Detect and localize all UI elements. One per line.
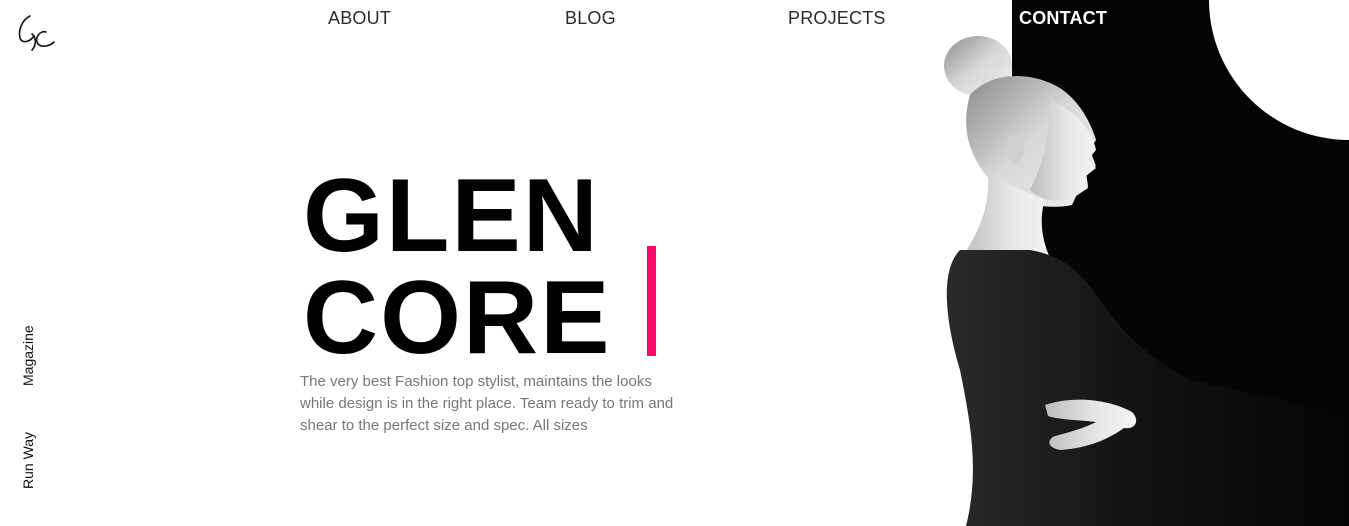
nav-about-link[interactable]: ABOUT xyxy=(328,8,391,29)
accent-bar xyxy=(647,246,656,356)
hero-tagline: The very best Fashion top stylist, maint… xyxy=(300,373,674,434)
side-link-magazine[interactable]: Magazine xyxy=(20,325,36,386)
page: ABOUT BLOG PROJECTS CONTACT Magazine Run… xyxy=(0,0,1349,526)
nav-blog-link[interactable]: BLOG xyxy=(565,8,616,29)
hero-image xyxy=(900,0,1349,526)
side-link-runway[interactable]: Run Way xyxy=(20,432,36,489)
hero-title-line-1: GLEN xyxy=(303,158,600,274)
logo-signature-icon xyxy=(18,15,55,51)
brand-logo[interactable] xyxy=(16,12,58,54)
nav-projects-link[interactable]: PROJECTS xyxy=(788,8,886,29)
hero-title-line-2: CORE xyxy=(303,260,612,376)
nav-contact-link[interactable]: CONTACT xyxy=(1019,8,1107,29)
